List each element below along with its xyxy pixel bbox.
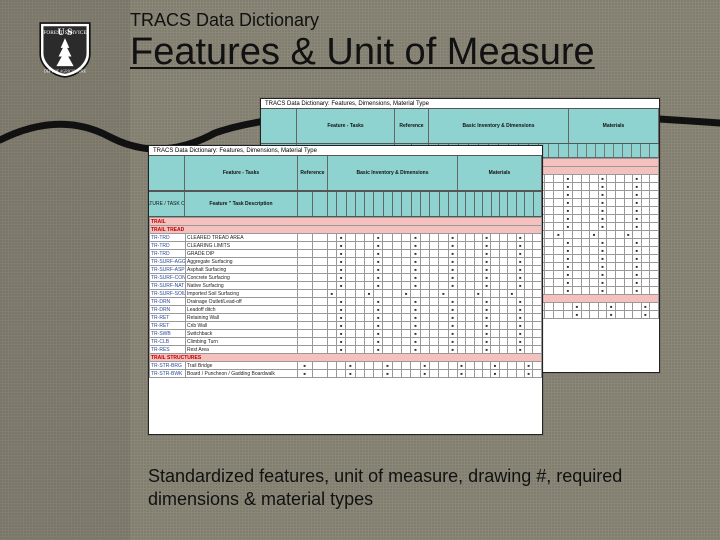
section-header: TRAIL STRUCTURES — [150, 354, 542, 362]
table-row: TR-SURF-CONConcrete Surfacing■■■■■■ — [150, 274, 542, 282]
table-row: TR-DRNLeadoff ditch■■■■■■ — [150, 306, 542, 314]
datasheet-front-grid: TRAILTRAIL TREADTR-TRDCLEARED TREAD AREA… — [149, 217, 542, 378]
table-row: TR-STR-BRGTrail Bridge■■■■■■■ — [150, 362, 542, 370]
slide-subtitle: TRACS Data Dictionary — [130, 10, 700, 31]
header-band-top: Feature - Tasks Reference Basic Inventor… — [149, 155, 542, 191]
datasheet-title: TRACS Data Dictionary: Features, Dimensi… — [261, 99, 659, 108]
table-row: TR-SURF-ASPAsphalt Surfacing■■■■■■ — [150, 266, 542, 274]
group-basic: Basic Inventory & Dimensions — [429, 109, 569, 143]
table-row: TR-TRDCLEARING LIMITS■■■■■■ — [150, 242, 542, 250]
svg-text:DEPT OF AGRICULTURE: DEPT OF AGRICULTURE — [44, 70, 87, 74]
group-reference: Reference — [395, 109, 429, 143]
slide-caption: Standardized features, unit of measure, … — [148, 465, 660, 510]
header-band-top: Feature - Tasks Reference Basic Inventor… — [261, 108, 659, 144]
group-basic: Basic Inventory & Dimensions — [328, 156, 458, 190]
table-row: TR-STR-BWKBoard / Puncheon / Gadding Boa… — [150, 370, 542, 378]
section-header: TRAIL — [150, 218, 542, 226]
col-code — [261, 109, 297, 143]
section-header: TRAIL TREAD — [150, 226, 542, 234]
table-row: TR-CLBClimbing Turn■■■■■■ — [150, 338, 542, 346]
table-row: TR-TRDCLEARED TREAD AREA■■■■■■ — [150, 234, 542, 242]
slide-left-accent — [0, 0, 130, 540]
datasheet-title: TRACS Data Dictionary: Features, Dimensi… — [149, 146, 542, 155]
group-materials: Materials — [569, 109, 659, 143]
table-row: TR-RESRest Area■■■■■■ — [150, 346, 542, 354]
svg-text:U S: U S — [58, 27, 73, 38]
table-row: TR-SURF-NATNative Surfacing■■■■■■ — [150, 282, 542, 290]
col-desc-header: Feature " Task Description — [185, 192, 298, 216]
group-reference: Reference — [298, 156, 328, 190]
header-band-cols: FEATURE / TASK Code Feature " Task Descr… — [149, 191, 542, 217]
table-row: TR-SURF-AGGAggregate Surfacing■■■■■■ — [150, 258, 542, 266]
table-row: TR-DRNDrainage Outlet/Lead-off■■■■■■ — [150, 298, 542, 306]
group-feature-tasks: Feature - Tasks — [297, 109, 395, 143]
forest-service-shield-icon: FOREST SERVICE U S DEPT OF AGRICULTURE — [38, 22, 92, 78]
table-row: TR-RETCrib Wall■■■■■■ — [150, 322, 542, 330]
slide-title: Features & Unit of Measure — [130, 33, 700, 73]
group-materials: Materials — [458, 156, 542, 190]
col-code — [149, 156, 185, 190]
table-row: TR-SWBSwitchback■■■■■■ — [150, 330, 542, 338]
table-row: TR-RETRetaining Wall■■■■■■ — [150, 314, 542, 322]
table-row: TR-SURF-SOILImported Soil Surfacing■■■■■… — [150, 290, 542, 298]
datasheet-front: TRACS Data Dictionary: Features, Dimensi… — [148, 145, 543, 435]
col-code-header: FEATURE / TASK Code — [149, 192, 185, 216]
table-row: TR-TRDGRADE DIP■■■■■■ — [150, 250, 542, 258]
slide-header: TRACS Data Dictionary Features & Unit of… — [130, 10, 700, 73]
group-feature-tasks: Feature - Tasks — [185, 156, 298, 190]
